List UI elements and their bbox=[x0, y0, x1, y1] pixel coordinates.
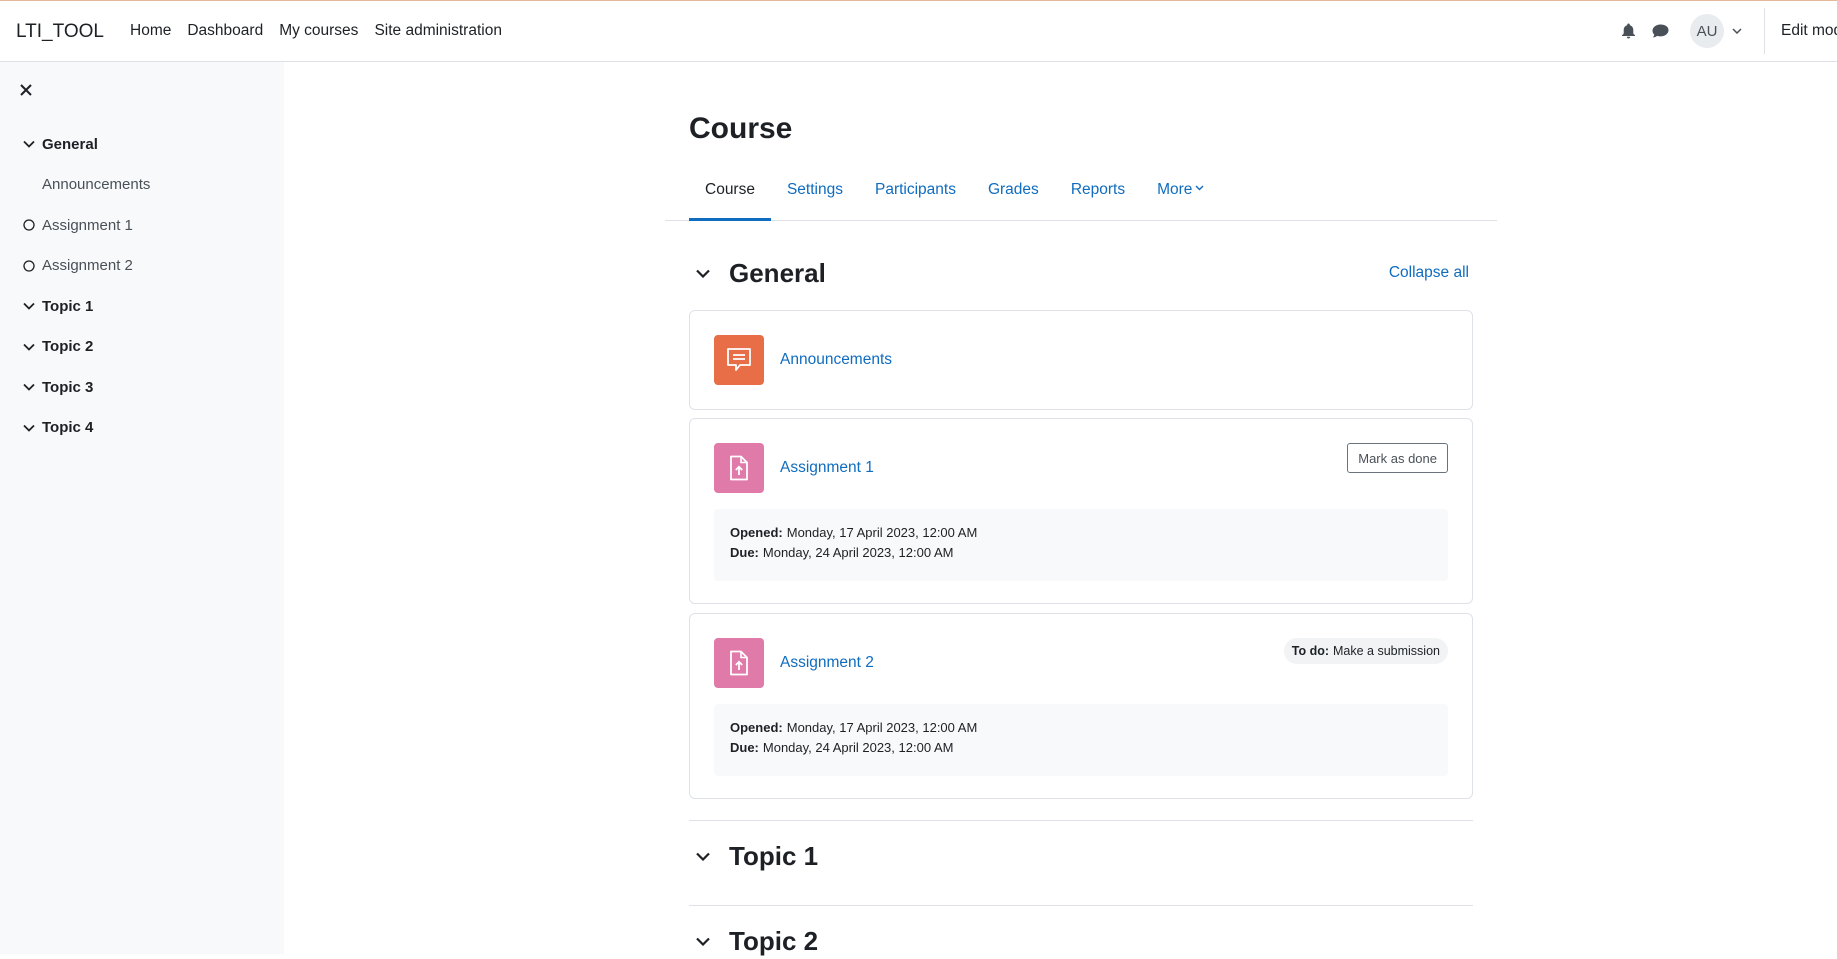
chevron-down-icon bbox=[696, 269, 710, 278]
chevron-down-icon[interactable] bbox=[23, 302, 35, 311]
activity-dates: Opened: Monday, 17 April 2023, 12:00 AM D… bbox=[714, 509, 1448, 581]
tab-reports[interactable]: Reports bbox=[1055, 167, 1141, 221]
user-menu-toggle[interactable]: AU bbox=[1690, 14, 1742, 48]
chevron-down-icon bbox=[1195, 185, 1204, 191]
section-title: General bbox=[729, 257, 826, 288]
course-index-label: Assignment 2 bbox=[42, 257, 133, 275]
course-index-label: Announcements bbox=[42, 176, 151, 194]
course-index-section-topic-4[interactable]: Topic 4 bbox=[0, 408, 284, 449]
top-navbar: LTI_TOOL Home Dashboard My courses Site … bbox=[0, 0, 1837, 62]
chat-bubble-icon bbox=[1652, 24, 1668, 37]
activity-announcements: Announcements bbox=[689, 310, 1473, 410]
collapse-all-link[interactable]: Collapse all bbox=[1389, 264, 1469, 282]
section-divider bbox=[689, 905, 1473, 906]
tab-more[interactable]: More bbox=[1141, 167, 1220, 221]
due-date: Due: Monday, 24 April 2023, 12:00 AM bbox=[730, 740, 954, 755]
tab-participants[interactable]: Participants bbox=[859, 167, 972, 221]
section-title: Topic 1 bbox=[729, 840, 819, 871]
avatar: AU bbox=[1690, 14, 1724, 48]
notifications-button[interactable] bbox=[1612, 15, 1644, 47]
chevron-down-icon[interactable] bbox=[23, 343, 35, 351]
chevron-down-icon[interactable] bbox=[23, 140, 35, 149]
site-brand[interactable]: LTI_TOOL bbox=[16, 21, 104, 43]
opened-date: Opened: Monday, 17 April 2023, 12:00 AM bbox=[730, 720, 978, 735]
navbar-user-area: AU Edit mode bbox=[1612, 1, 1837, 61]
nav-home[interactable]: Home bbox=[130, 22, 171, 40]
circle-icon bbox=[23, 219, 35, 231]
nav-my-courses[interactable]: My courses bbox=[279, 22, 358, 40]
close-icon[interactable] bbox=[18, 82, 34, 98]
course-index-label: Topic 3 bbox=[42, 378, 94, 396]
secondary-navigation: Course Settings Participants Grades Repo… bbox=[665, 167, 1497, 221]
course-index-label: Topic 1 bbox=[42, 297, 94, 315]
section-toggle[interactable] bbox=[696, 264, 714, 282]
course-index-label: Topic 4 bbox=[42, 419, 94, 437]
activity-assignment-2: Assignment 2 To do: Make a submission Ope… bbox=[689, 613, 1473, 799]
tab-more-label: More bbox=[1157, 181, 1193, 198]
activity-link[interactable]: Announcements bbox=[780, 351, 892, 369]
tab-course[interactable]: Course bbox=[689, 167, 771, 221]
chevron-down-icon[interactable] bbox=[23, 424, 35, 432]
chevron-down-icon bbox=[1732, 28, 1742, 34]
opened-date: Opened: Monday, 17 April 2023, 12:00 AM bbox=[730, 525, 978, 540]
file-upload-icon bbox=[730, 650, 748, 676]
course-index-item-assignment-2[interactable]: Assignment 2 bbox=[0, 246, 284, 287]
edit-mode-toggle[interactable]: Edit mode bbox=[1781, 22, 1837, 40]
course-index-item-assignment-1[interactable]: Assignment 1 bbox=[0, 205, 284, 246]
assignment-icon[interactable] bbox=[714, 638, 764, 688]
primary-navigation: Home Dashboard My courses Site administr… bbox=[130, 22, 518, 40]
assignment-icon[interactable] bbox=[714, 443, 764, 493]
course-index-section-topic-1[interactable]: Topic 1 bbox=[0, 286, 284, 327]
section-title: Topic 2 bbox=[729, 925, 819, 956]
nav-dashboard[interactable]: Dashboard bbox=[187, 22, 263, 40]
file-upload-icon bbox=[730, 455, 748, 481]
circle-icon bbox=[23, 260, 35, 272]
section-divider bbox=[689, 820, 1473, 821]
section-topic-1-header: Topic 1 bbox=[689, 838, 1477, 874]
navbar-divider bbox=[1764, 8, 1765, 54]
page-title: Course bbox=[689, 112, 793, 145]
forum-icon[interactable] bbox=[714, 335, 764, 385]
activity-link[interactable]: Assignment 2 bbox=[780, 654, 874, 672]
activity-assignment-1: Assignment 1 Mark as done Opened: Monday,… bbox=[689, 418, 1473, 604]
course-index: General Announcements Assignment 1 Assig… bbox=[0, 124, 284, 448]
section-general-header: General Collapse all bbox=[689, 255, 1477, 291]
activity-link[interactable]: Assignment 1 bbox=[780, 459, 874, 477]
course-index-drawer: General Announcements Assignment 1 Assig… bbox=[0, 62, 284, 954]
chevron-down-icon[interactable] bbox=[23, 383, 35, 392]
tab-grades[interactable]: Grades bbox=[972, 167, 1055, 221]
course-index-section-general[interactable]: General bbox=[0, 124, 284, 165]
section-toggle[interactable] bbox=[696, 932, 714, 950]
bell-icon bbox=[1621, 23, 1635, 39]
section-toggle[interactable] bbox=[696, 847, 714, 865]
course-index-item-announcements[interactable]: Announcements bbox=[0, 165, 284, 206]
activity-dates: Opened: Monday, 17 April 2023, 12:00 AM D… bbox=[714, 704, 1448, 776]
completion-status-badge: To do: Make a submission bbox=[1283, 638, 1448, 664]
course-index-label: Topic 2 bbox=[42, 338, 94, 356]
speech-bubble-icon bbox=[727, 348, 751, 371]
messages-button[interactable] bbox=[1644, 15, 1676, 47]
tab-settings[interactable]: Settings bbox=[771, 167, 859, 221]
due-date: Due: Monday, 24 April 2023, 12:00 AM bbox=[730, 545, 954, 560]
course-index-label: Assignment 1 bbox=[42, 216, 133, 234]
mark-as-done-button[interactable]: Mark as done bbox=[1347, 443, 1448, 473]
nav-site-administration[interactable]: Site administration bbox=[374, 22, 502, 40]
chevron-down-icon bbox=[696, 852, 710, 861]
course-index-label: General bbox=[42, 135, 98, 153]
chevron-down-icon bbox=[696, 937, 710, 946]
course-index-section-topic-3[interactable]: Topic 3 bbox=[0, 367, 284, 408]
course-index-section-topic-2[interactable]: Topic 2 bbox=[0, 327, 284, 368]
